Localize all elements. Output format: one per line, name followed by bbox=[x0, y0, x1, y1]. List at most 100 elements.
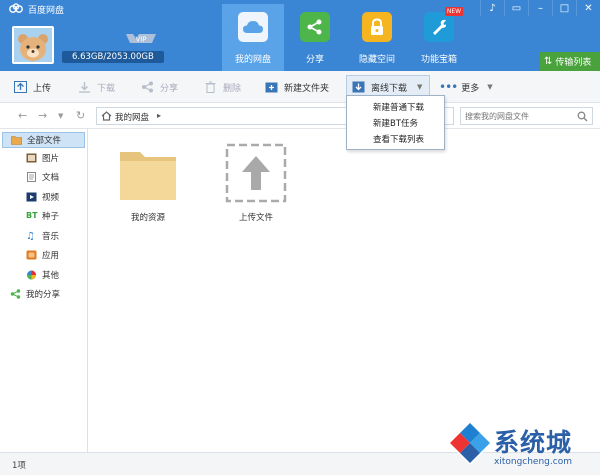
nav-my-netdisk[interactable]: 我的网盘 bbox=[222, 4, 284, 71]
music-icon: ♫ bbox=[26, 230, 35, 242]
lock-icon bbox=[362, 12, 392, 42]
transfer-icon: ⇅ bbox=[544, 56, 553, 67]
offline-download-label: 离线下载 bbox=[371, 83, 408, 94]
share-button[interactable]: 分享 bbox=[141, 79, 178, 95]
search-box bbox=[460, 107, 593, 125]
cloud-icon bbox=[238, 12, 268, 42]
menu-item-view-download-list[interactable]: 查看下载列表 bbox=[347, 132, 444, 148]
home-icon bbox=[101, 111, 112, 121]
search-input[interactable] bbox=[461, 108, 573, 124]
upload-placeholder-icon bbox=[225, 143, 287, 203]
sidebar: 全部文件 图片 文档 视频 BT 种子 ♫ 音乐 应用 其他 我的分享 bbox=[0, 129, 88, 452]
nav-label: 我的网盘 bbox=[234, 55, 271, 65]
bell-icon[interactable]: ♪ bbox=[480, 0, 504, 16]
folder-all-icon bbox=[11, 136, 22, 145]
download-label: 下载 bbox=[97, 83, 116, 94]
more-button[interactable]: ••• 更多 ▼ bbox=[439, 79, 493, 95]
image-icon bbox=[26, 153, 37, 163]
new-folder-label: 新建文件夹 bbox=[284, 83, 330, 94]
file-tile-my-resources[interactable]: 我的资源 bbox=[108, 146, 188, 223]
sidebar-item-all-files[interactable]: 全部文件 bbox=[2, 132, 85, 148]
other-icon bbox=[27, 270, 36, 280]
offline-download-button[interactable]: 离线下载 ▼ bbox=[352, 79, 422, 95]
more-dots-icon: ••• bbox=[439, 80, 458, 94]
main-nav: 我的网盘 分享 隐藏空间 NEW 功能宝箱 bbox=[222, 4, 470, 71]
download-icon bbox=[79, 82, 90, 93]
menu-item-new-bt-task[interactable]: 新建BT任务 bbox=[347, 116, 444, 132]
upload-icon bbox=[14, 81, 27, 93]
wrench-icon bbox=[424, 12, 454, 42]
history-dropdown-icon[interactable]: ▼ bbox=[58, 112, 63, 120]
app-title: 百度网盘 bbox=[28, 6, 65, 16]
item-count: 1项 bbox=[12, 461, 26, 471]
forward-arrow-icon[interactable]: → bbox=[38, 109, 47, 122]
maximize-button[interactable]: □ bbox=[552, 0, 576, 16]
sidebar-item-torrents[interactable]: BT 种子 bbox=[0, 207, 87, 227]
sidebar-item-videos[interactable]: 视频 bbox=[0, 187, 87, 207]
share-icon bbox=[142, 81, 153, 93]
sidebar-item-music[interactable]: ♫ 音乐 bbox=[0, 226, 87, 246]
new-folder-button[interactable]: 新建文件夹 bbox=[265, 79, 329, 95]
transfer-label: 传输列表 bbox=[555, 58, 592, 68]
download-button[interactable]: 下载 bbox=[78, 79, 115, 95]
delete-button[interactable]: 删除 bbox=[204, 79, 241, 95]
back-arrow-icon[interactable]: ← bbox=[18, 109, 27, 122]
quota-text: 6.63GB/2053.00GB bbox=[72, 52, 154, 62]
sidebar-label: 种子 bbox=[42, 212, 60, 223]
sidebar-label: 全部文件 bbox=[27, 136, 62, 146]
video-icon bbox=[26, 192, 37, 202]
watermark-logo-icon bbox=[448, 421, 492, 465]
document-icon bbox=[27, 172, 36, 183]
search-icon[interactable] bbox=[577, 111, 588, 122]
sidebar-item-apps[interactable]: 应用 bbox=[0, 246, 87, 266]
sidebar-label: 图片 bbox=[42, 153, 60, 164]
nav-label: 隐藏空间 bbox=[358, 55, 395, 65]
sidebar-label: 视频 bbox=[42, 192, 60, 203]
avatar[interactable] bbox=[12, 26, 54, 64]
mini-mode-icon[interactable]: ▭ bbox=[504, 0, 528, 16]
sidebar-item-images[interactable]: 图片 bbox=[0, 148, 87, 168]
more-label: 更多 bbox=[461, 83, 480, 94]
file-list: 我的资源 上传文件 bbox=[89, 129, 600, 452]
refresh-icon[interactable]: ↻ bbox=[76, 109, 85, 122]
sidebar-item-my-share[interactable]: 我的分享 bbox=[0, 285, 87, 305]
offline-download-menu: 新建普通下载 新建BT任务 查看下载列表 bbox=[346, 95, 445, 150]
sidebar-label: 我的分享 bbox=[26, 290, 61, 301]
nav-hidden-space[interactable]: 隐藏空间 bbox=[346, 4, 408, 71]
nav-toolbox[interactable]: NEW 功能宝箱 bbox=[408, 4, 470, 71]
upload-button[interactable]: 上传 bbox=[14, 79, 51, 95]
chevron-right-icon: ▸ bbox=[157, 111, 162, 120]
upload-label: 上传 bbox=[33, 83, 52, 94]
file-name: 上传文件 bbox=[238, 213, 273, 223]
nav-label: 功能宝箱 bbox=[420, 55, 457, 65]
app-icon bbox=[26, 250, 37, 260]
sidebar-label: 应用 bbox=[42, 251, 60, 262]
trash-icon bbox=[205, 81, 216, 93]
bt-icon: BT bbox=[26, 211, 38, 221]
breadcrumb-path: 我的网盘 bbox=[115, 113, 150, 123]
watermark-text: 系统城 bbox=[494, 428, 573, 457]
window-controls: ♪ ▭ – □ ✕ bbox=[480, 0, 600, 16]
file-tile-upload[interactable]: 上传文件 bbox=[216, 142, 296, 223]
menu-item-new-download[interactable]: 新建普通下载 bbox=[347, 100, 444, 116]
transfer-list-button[interactable]: ⇅ 传输列表 bbox=[540, 52, 600, 71]
share-icon bbox=[10, 289, 21, 299]
address-row: ← → ▼ ↻ 我的网盘 ▸ bbox=[0, 103, 600, 129]
chevron-down-icon: ▼ bbox=[417, 83, 423, 91]
sidebar-item-documents[interactable]: 文档 bbox=[0, 168, 87, 188]
vip-badge[interactable]: VIP bbox=[124, 31, 158, 45]
toolbar: 上传 下载 分享 删除 新建文件夹 离线下载 ▼ ••• 更多 ▼ bbox=[0, 71, 600, 103]
new-badge: NEW bbox=[445, 7, 463, 16]
close-button[interactable]: ✕ bbox=[576, 0, 600, 16]
sidebar-label: 其他 bbox=[42, 270, 60, 281]
header: 百度网盘 ♪ ▭ – □ ✕ VIP 6.63GB/2053.00GB 我的网盘… bbox=[0, 0, 600, 71]
sidebar-item-other[interactable]: 其他 bbox=[0, 265, 87, 285]
sidebar-label: 文档 bbox=[42, 173, 60, 184]
watermark-url: xitongcheng.com bbox=[494, 457, 572, 467]
chevron-down-icon: ▼ bbox=[487, 83, 493, 91]
nav-share[interactable]: 分享 bbox=[284, 4, 346, 71]
watermark: 系统城 xitongcheng.com bbox=[440, 415, 600, 475]
folder-icon bbox=[120, 152, 176, 200]
offline-download-icon bbox=[352, 81, 365, 93]
minimize-button[interactable]: – bbox=[528, 0, 552, 16]
